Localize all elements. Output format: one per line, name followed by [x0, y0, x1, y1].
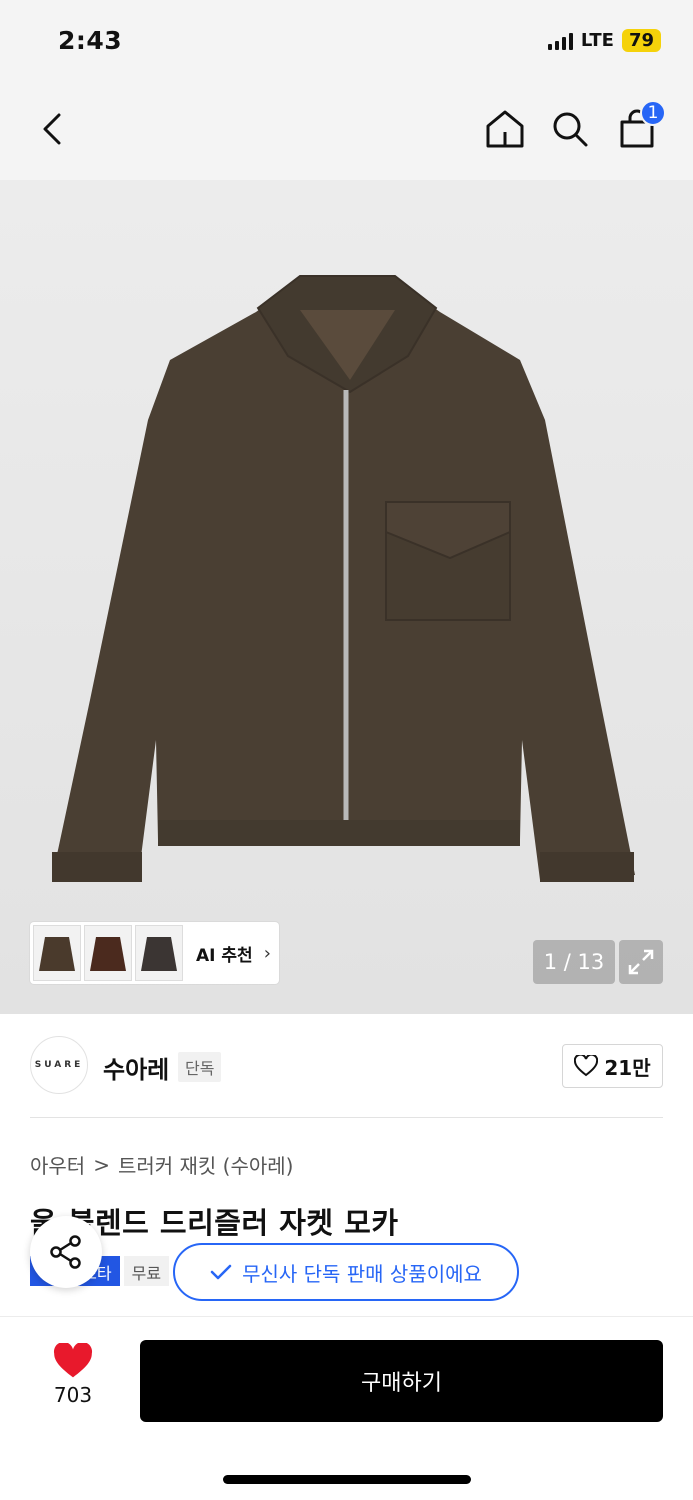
badge-gray: 무료 [123, 1256, 170, 1286]
bottom-action-bar: 703 구매하기 [0, 1316, 693, 1500]
divider [30, 1117, 663, 1118]
expand-image-button[interactable] [619, 940, 663, 984]
expand-icon [628, 949, 654, 975]
home-icon [486, 110, 524, 148]
recommend-thumb-1[interactable] [33, 925, 81, 981]
brand-logo[interactable]: SUARE [30, 1036, 88, 1094]
wishlist-count: 703 [53, 1383, 93, 1407]
battery-icon: 79 [621, 29, 661, 52]
exclusive-toast: 무신사 단독 판매 상품이에요 [173, 1243, 519, 1301]
buy-button[interactable]: 구매하기 [140, 1340, 663, 1422]
status-indicators: LTE 79 [547, 29, 661, 52]
status-time: 2:43 [58, 26, 123, 55]
image-page-indicator: 1 / 13 [533, 940, 615, 984]
brand-like-count: 21만 [604, 1055, 651, 1080]
chevron-right-icon: › [263, 942, 271, 964]
breadcrumb-subcategory[interactable]: 트러커 재킷 (수아레) [118, 1150, 294, 1179]
cart-button[interactable]: 1 [612, 100, 666, 154]
check-icon [210, 1264, 232, 1280]
ai-recommend-label: AI 추천 [196, 945, 253, 966]
back-button[interactable] [28, 104, 78, 154]
jacket-thumbnail-icon [141, 937, 177, 971]
brand-row: SUARE 수아레 단독 21만 [30, 1036, 663, 1096]
share-button[interactable] [30, 1216, 102, 1288]
toast-text: 무신사 단독 판매 상품이에요 [242, 1261, 482, 1286]
top-nav: 1 [0, 82, 693, 180]
recommend-thumb-3[interactable] [135, 925, 183, 981]
exclusive-tag: 단독 [178, 1052, 222, 1082]
status-bar: 2:43 LTE 79 [0, 0, 693, 82]
heart-filled-icon [53, 1343, 93, 1378]
breadcrumb: 아우터 > 트러커 재킷 (수아레) [30, 1150, 294, 1179]
recommend-thumb-2[interactable] [84, 925, 132, 981]
search-button[interactable] [545, 104, 595, 154]
home-indicator [223, 1475, 471, 1484]
brand-name[interactable]: 수아레 [103, 1050, 169, 1085]
breadcrumb-separator-icon: > [93, 1152, 110, 1177]
ai-recommend-button[interactable]: AI 추천 › [30, 922, 279, 984]
jacket-thumbnail-icon [90, 937, 126, 971]
brand-like-button[interactable]: 21만 [562, 1044, 663, 1088]
share-icon [50, 1235, 81, 1269]
jacket-thumbnail-icon [39, 937, 75, 971]
wishlist-button[interactable]: 703 [34, 1343, 112, 1423]
search-icon [553, 112, 588, 147]
chevron-left-icon [43, 113, 61, 145]
product-image-gallery[interactable]: AI 추천 › 1 / 13 [0, 180, 693, 1014]
heart-outline-icon [574, 1055, 599, 1077]
cart-count-badge: 1 [640, 100, 666, 126]
home-button[interactable] [480, 104, 530, 154]
product-image [52, 275, 635, 882]
signal-icon [547, 32, 573, 50]
breadcrumb-category[interactable]: 아우터 [30, 1150, 85, 1179]
network-label: LTE [580, 30, 614, 51]
